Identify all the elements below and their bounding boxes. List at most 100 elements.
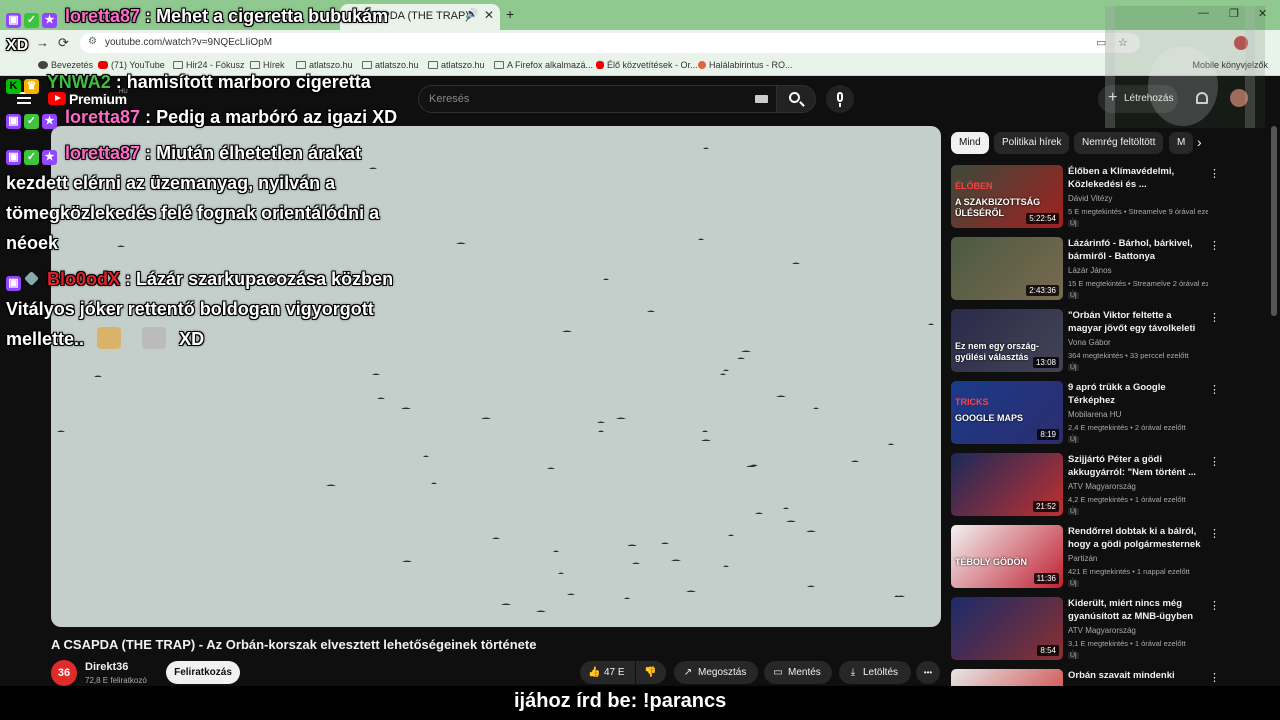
bird-silhouette <box>741 350 751 352</box>
chat-message-continuation: XD <box>6 37 29 54</box>
twitch-badge-icon: ▣ <box>6 13 21 28</box>
twitch-badge-icon: ▣ <box>6 276 21 291</box>
kebab-menu-icon[interactable]: ⋮ <box>1209 383 1220 396</box>
video-thumbnail[interactable]: 8:54 <box>951 597 1063 660</box>
download-icon: ⤓ <box>850 667 856 678</box>
like-button[interactable]: 👍 47 E <box>580 661 635 684</box>
video-thumbnail[interactable]: TÉBOLY GÖDÖN 11:36 <box>951 525 1063 588</box>
like-count: 47 E <box>604 667 625 678</box>
bird-silhouette <box>632 562 640 564</box>
recommendation-title[interactable]: Szijjártó Péter a gödi akkugyárról: "Nem… <box>1068 453 1203 479</box>
recommendation-title[interactable]: Élőben a Klímavédelmi, Közlekedési és ..… <box>1068 165 1203 191</box>
recommendation-title[interactable]: "Orbán Viktor feltette a magyar jövőt eg… <box>1068 309 1203 335</box>
bird-silhouette <box>536 610 546 612</box>
kebab-menu-icon[interactable]: ⋮ <box>1209 671 1220 684</box>
chip-all[interactable]: Mind <box>951 132 989 154</box>
game-favicon <box>698 61 706 69</box>
new-tab-button[interactable]: + <box>506 6 514 22</box>
kebab-menu-icon[interactable]: ⋮ <box>1209 527 1220 540</box>
kebab-menu-icon[interactable]: ⋮ <box>1209 599 1220 612</box>
chip-political-news[interactable]: Politikai hírek <box>994 132 1070 154</box>
bird-silhouette <box>723 369 729 371</box>
recommendation-item[interactable]: ÉLŐBEN A SZAKBIZOTTSÁG ÜLÉSÉRŐL 5:22:54 Élő… <box>951 165 1261 231</box>
bookmark-item[interactable]: Halálabirintus - RO... <box>698 60 793 70</box>
bird-silhouette <box>326 484 336 486</box>
bookmark-item[interactable]: A Firefox alkalmazá... <box>494 60 593 70</box>
thumbnail-top-label: TRICKS <box>955 397 989 407</box>
recommendation-item[interactable]: TRICKS GOOGLE MAPS 8:19 9 apró trükk a Goog… <box>951 381 1261 447</box>
recommendation-item[interactable]: TÉBOLY GÖDÖN 11:36 Rendőrrel dobtak ki a b… <box>951 525 1261 591</box>
recommendation-item[interactable]: 8:54 Kiderült, miért nincs még gyanúsítot… <box>951 597 1261 663</box>
recommendation-item[interactable]: Ez nem egy ország-gyűlési választás 13:08… <box>951 309 1261 375</box>
voice-search-button[interactable] <box>826 85 854 113</box>
share-button[interactable]: ↗ Megosztás <box>674 661 758 684</box>
twitch-badge-icon: ▣ <box>6 150 21 165</box>
recommendation-item[interactable]: 2:43:36 Lázárinfó - Bárhol, bárkivel, bár… <box>951 237 1261 303</box>
more-actions-button[interactable]: ••• <box>916 661 940 684</box>
bird-silhouette <box>888 443 894 445</box>
recommendation-channel[interactable]: Vona Gábor <box>1068 338 1111 347</box>
bird-silhouette <box>702 430 708 432</box>
keyboard-icon[interactable] <box>755 95 768 103</box>
scrollbar[interactable] <box>1271 126 1277 681</box>
video-thumbnail[interactable]: TRICKS GOOGLE MAPS 8:19 <box>951 381 1063 444</box>
bookmark-item[interactable]: Élő közvetítések - Or... <box>596 60 698 70</box>
video-thumbnail[interactable]: 21:52 <box>951 453 1063 516</box>
chat-message: ▣ ✓ ★ loretta87 : Miután élhetetlen árakat <box>6 138 361 168</box>
video-thumbnail[interactable]: 2:43:36 <box>951 237 1063 300</box>
chat-message-continuation: tömegközlekedés felé fognak orientálódni… <box>6 203 380 223</box>
search-button[interactable] <box>776 85 816 113</box>
video-thumbnail[interactable]: ÉLŐBEN A SZAKBIZOTTSÁG ÜLÉSÉRŐL 5:22:54 <box>951 165 1063 228</box>
chip-more[interactable]: M <box>1169 132 1194 154</box>
thumbnail-top-label: ÉLŐBEN <box>955 181 993 191</box>
recommendation-channel[interactable]: Lázár János <box>1068 266 1112 275</box>
share-icon: ↗ <box>683 667 693 678</box>
subscribe-button[interactable]: Feliratkozás <box>166 661 240 684</box>
recommendation-channel[interactable]: Dávid Vitézy <box>1068 194 1112 203</box>
bird-silhouette <box>603 278 609 280</box>
channel-name[interactable]: Direkt36 <box>85 661 128 673</box>
bird-silhouette <box>783 507 789 509</box>
chat-username: YNWA2 <box>46 72 111 92</box>
recommendation-title[interactable]: Kiderült, miért nincs még gyanúsított az… <box>1068 597 1203 623</box>
dislike-button[interactable]: 👎 <box>636 661 666 684</box>
bird-silhouette <box>372 373 380 375</box>
speaker-icon[interactable]: 🔊 <box>466 9 478 20</box>
scrollbar-thumb[interactable] <box>1271 126 1277 316</box>
bird-silhouette <box>562 330 572 332</box>
live-favicon <box>596 61 604 69</box>
thumbnail-label: GOOGLE MAPS <box>955 413 1024 423</box>
kebab-menu-icon[interactable]: ⋮ <box>1209 167 1220 180</box>
kebab-menu-icon[interactable]: ⋮ <box>1209 455 1220 468</box>
recommendation-title[interactable]: Lázárinfó - Bárhol, bárkivel, bármiről -… <box>1068 237 1203 263</box>
recommendation-channel[interactable]: ATV Magyarország <box>1068 626 1136 635</box>
close-tab-icon[interactable]: ✕ <box>484 8 494 22</box>
recommendation-channel[interactable]: Mobilarena HU <box>1068 410 1121 419</box>
recommendation-channel[interactable]: Partizán <box>1068 554 1097 563</box>
bird-silhouette <box>776 395 786 397</box>
chevron-right-icon[interactable]: › <box>1197 134 1202 150</box>
chip-recently-uploaded[interactable]: Nemrég feltöltött <box>1074 132 1164 154</box>
chat-text: : hamisított marboro cigeretta <box>115 72 371 92</box>
video-thumbnail[interactable]: Ez nem egy ország-gyűlési választás 13:08 <box>951 309 1063 372</box>
search-input[interactable]: Keresés <box>418 85 776 113</box>
recommendation-channel[interactable]: ATV Magyarország <box>1068 482 1136 491</box>
filter-chips: Mind Politikai hírek Nemrég feltöltött M <box>951 132 1211 154</box>
kebab-menu-icon[interactable]: ⋮ <box>1209 239 1220 252</box>
bird-silhouette <box>567 593 575 595</box>
emote-icon <box>97 327 122 349</box>
bird-silhouette <box>401 407 411 409</box>
recommendation-title[interactable]: Rendőrrel dobtak ki a bálról, hogy a göd… <box>1068 525 1203 551</box>
microphone-icon <box>837 92 843 102</box>
save-button[interactable]: ▭ Mentés <box>764 661 832 684</box>
recommendation-meta: 5 E megtekintés • Streamelve 9 órával ez… <box>1068 207 1208 216</box>
bird-silhouette <box>423 455 429 457</box>
chat-text: : Miután élhetetlen árakat <box>145 143 362 163</box>
bird-silhouette <box>492 537 500 539</box>
kebab-menu-icon[interactable]: ⋮ <box>1209 311 1220 324</box>
recommendation-item[interactable]: 21:52 Szijjártó Péter a gödi akkugyárról:… <box>951 453 1261 519</box>
recommendation-title[interactable]: 9 apró trükk a Google Térképhez <box>1068 381 1203 407</box>
chat-message: ▣ ✓ ★ loretta87 : Mehet a cigeretta bubuká… <box>6 1 388 31</box>
channel-avatar[interactable]: 36 <box>51 660 77 686</box>
download-button[interactable]: ⤓ Letöltés <box>839 661 911 684</box>
